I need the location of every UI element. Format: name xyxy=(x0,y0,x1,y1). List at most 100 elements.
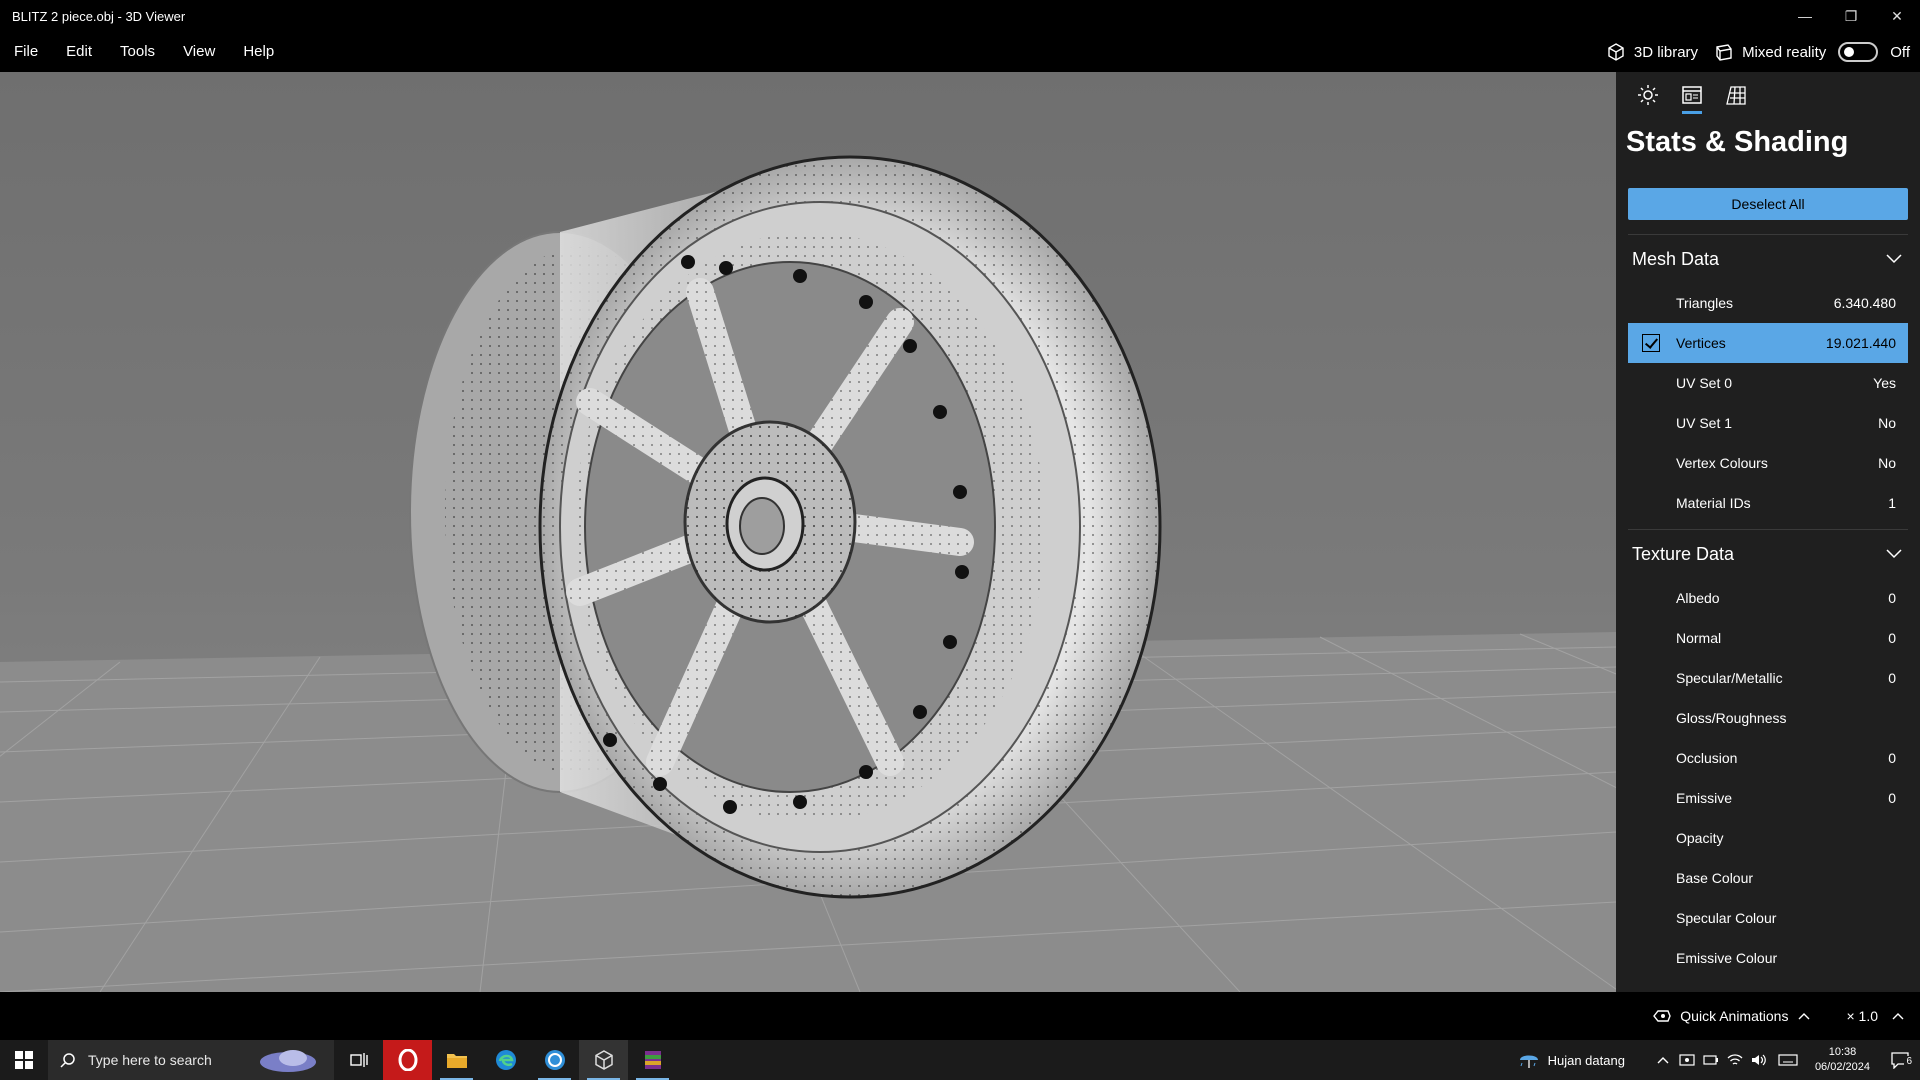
edge-icon xyxy=(495,1050,516,1070)
texture-row-albedo[interactable]: Albedo 0 xyxy=(1628,578,1908,618)
system-tray: Hujan datang 10:38 06/02/2024 6 xyxy=(1518,1040,1920,1080)
task-view-icon xyxy=(349,1053,368,1067)
taskbar-file-explorer[interactable] xyxy=(432,1040,481,1080)
tab-grid[interactable] xyxy=(1714,72,1758,118)
texture-row-occlusion[interactable]: Occlusion 0 xyxy=(1628,738,1908,778)
mesh-row-vertices[interactable]: Vertices 19.021.440 xyxy=(1628,323,1908,363)
weather-widget[interactable]: Hujan datang xyxy=(1518,1049,1625,1071)
3d-library-button[interactable]: 3D library xyxy=(1606,42,1698,62)
minimize-button[interactable]: — xyxy=(1782,0,1828,32)
notification-center-button[interactable]: 6 xyxy=(1880,1051,1920,1069)
chevron-up-icon xyxy=(1657,1057,1669,1064)
tab-lighting[interactable] xyxy=(1626,72,1670,118)
texture-row-emissive[interactable]: Emissive 0 xyxy=(1628,778,1908,818)
menu-tools[interactable]: Tools xyxy=(106,32,169,72)
texture-row-base-colour[interactable]: Base Colour xyxy=(1628,858,1908,898)
menu-edit[interactable]: Edit xyxy=(52,32,106,72)
texture-data-header[interactable]: Texture Data xyxy=(1628,530,1908,578)
texture-row-gloss-roughness[interactable]: Gloss/Roughness xyxy=(1628,698,1908,738)
taskbar-edge[interactable] xyxy=(481,1040,530,1080)
mesh-data-section: Mesh Data Triangles 6.340.480 Vertices 19.… xyxy=(1628,234,1908,523)
restore-button[interactable]: ❐ xyxy=(1828,0,1874,32)
mixed-reality-state: Off xyxy=(1890,43,1910,61)
search-highlight-icon xyxy=(260,1050,316,1072)
taskbar: Type here to search Hujan datang 10:38 0… xyxy=(0,1040,1920,1080)
taskbar-search[interactable]: Type here to search xyxy=(48,1040,334,1080)
tray-wifi-icon[interactable] xyxy=(1723,1053,1747,1067)
search-placeholder: Type here to search xyxy=(88,1052,212,1068)
deselect-all-button[interactable]: Deselect All xyxy=(1628,188,1908,220)
taskbar-winrar[interactable] xyxy=(628,1040,677,1080)
chevron-up-icon xyxy=(1798,1013,1810,1020)
menu-help[interactable]: Help xyxy=(229,32,288,72)
chevron-down-icon xyxy=(1886,254,1902,264)
chevron-up-icon[interactable] xyxy=(1892,1012,1904,1020)
volume-icon xyxy=(1751,1054,1766,1066)
3d-viewport[interactable] xyxy=(0,72,1616,992)
mesh-row-vertex-colours[interactable]: Vertex Colours No xyxy=(1628,443,1908,483)
folder-icon xyxy=(446,1054,467,1068)
cube-icon xyxy=(1608,43,1624,61)
status-bar: Quick Animations × 1.0 xyxy=(0,992,1920,1040)
weather-label: Hujan datang xyxy=(1547,1052,1625,1068)
mesh-data-title: Mesh Data xyxy=(1632,248,1720,269)
tray-battery-icon[interactable] xyxy=(1699,1054,1723,1066)
menu-file[interactable]: File xyxy=(0,32,52,72)
clock-date: 06/02/2024 xyxy=(1814,1061,1870,1073)
animation-icon xyxy=(1653,1010,1672,1022)
meet-icon xyxy=(1679,1054,1695,1066)
tab-stats-shading[interactable] xyxy=(1670,72,1714,118)
mixed-reality-icon xyxy=(1716,44,1732,61)
tray-volume-icon[interactable] xyxy=(1747,1053,1771,1067)
mesh-row-material-ids[interactable]: Material IDs 1 xyxy=(1628,483,1908,523)
mesh-row-triangles[interactable]: Triangles 6.340.480 xyxy=(1628,283,1908,323)
show-hidden-icons[interactable] xyxy=(1651,1056,1675,1064)
keyboard-icon xyxy=(1778,1054,1798,1066)
close-button[interactable]: ✕ xyxy=(1874,0,1920,32)
quick-animations-button[interactable]: Quick Animations xyxy=(1652,1008,1818,1024)
mesh-row-uv-set-0[interactable]: UV Set 0 Yes xyxy=(1628,363,1908,403)
mixed-reality-toggle[interactable] xyxy=(1838,42,1879,62)
mixed-reality-button[interactable]: Mixed reality xyxy=(1714,42,1826,62)
panel-title: Stats & Shading xyxy=(1626,126,1849,158)
panel-tabs xyxy=(1616,72,1920,118)
search-icon xyxy=(60,1053,75,1068)
battery-icon xyxy=(1703,1055,1718,1065)
texture-data-section: Texture Data Albedo 0 Normal 0 Specular/Me… xyxy=(1628,529,1908,978)
texture-row-emissive-colour[interactable]: Emissive Colour xyxy=(1628,938,1908,978)
animation-speed[interactable]: × 1.0 xyxy=(1846,1008,1878,1024)
wheel-model[interactable] xyxy=(0,72,1616,992)
checkbox-checked-icon[interactable] xyxy=(1642,334,1660,352)
taskbar-browser[interactable] xyxy=(530,1040,579,1080)
texture-row-specular-metallic[interactable]: Specular/Metallic 0 xyxy=(1628,658,1908,698)
menu-view[interactable]: View xyxy=(169,32,229,72)
taskbar-clock[interactable]: 10:38 06/02/2024 xyxy=(1815,1045,1870,1075)
browser-icon xyxy=(544,1050,565,1070)
sun-icon xyxy=(1638,85,1658,105)
umbrella-icon xyxy=(1519,1055,1538,1068)
taskbar-opera[interactable] xyxy=(383,1040,432,1080)
start-button[interactable] xyxy=(0,1040,48,1080)
task-view-button[interactable] xyxy=(334,1040,383,1080)
mesh-row-uv-set-1[interactable]: UV Set 1 No xyxy=(1628,403,1908,443)
tray-meet-icon[interactable] xyxy=(1675,1053,1699,1067)
clock-time: 10:38 xyxy=(1828,1046,1857,1058)
3d-library-label: 3D library xyxy=(1633,43,1699,61)
window-title: BLITZ 2 piece.obj - 3D Viewer xyxy=(12,8,186,24)
tray-keyboard-icon[interactable] xyxy=(1771,1054,1805,1066)
archive-icon xyxy=(644,1051,661,1069)
stats-icon xyxy=(1682,86,1702,104)
taskbar-3d-viewer[interactable] xyxy=(579,1040,628,1080)
title-bar: BLITZ 2 piece.obj - 3D Viewer — ❐ ✕ xyxy=(0,0,1920,32)
texture-row-opacity[interactable]: Opacity xyxy=(1628,818,1908,858)
chevron-down-icon xyxy=(1886,549,1902,559)
mesh-data-header[interactable]: Mesh Data xyxy=(1628,235,1908,283)
menu-bar: File Edit Tools View Help 3D library Mix… xyxy=(0,32,1920,72)
3d-viewer-icon xyxy=(594,1050,613,1070)
mixed-reality-label: Mixed reality xyxy=(1742,43,1827,61)
stats-panel: Stats & Shading Deselect All Mesh Data T… xyxy=(1616,72,1920,992)
texture-row-specular-colour[interactable]: Specular Colour xyxy=(1628,898,1908,938)
texture-row-normal[interactable]: Normal 0 xyxy=(1628,618,1908,658)
wifi-icon xyxy=(1727,1054,1743,1065)
grid-icon xyxy=(1726,86,1746,105)
